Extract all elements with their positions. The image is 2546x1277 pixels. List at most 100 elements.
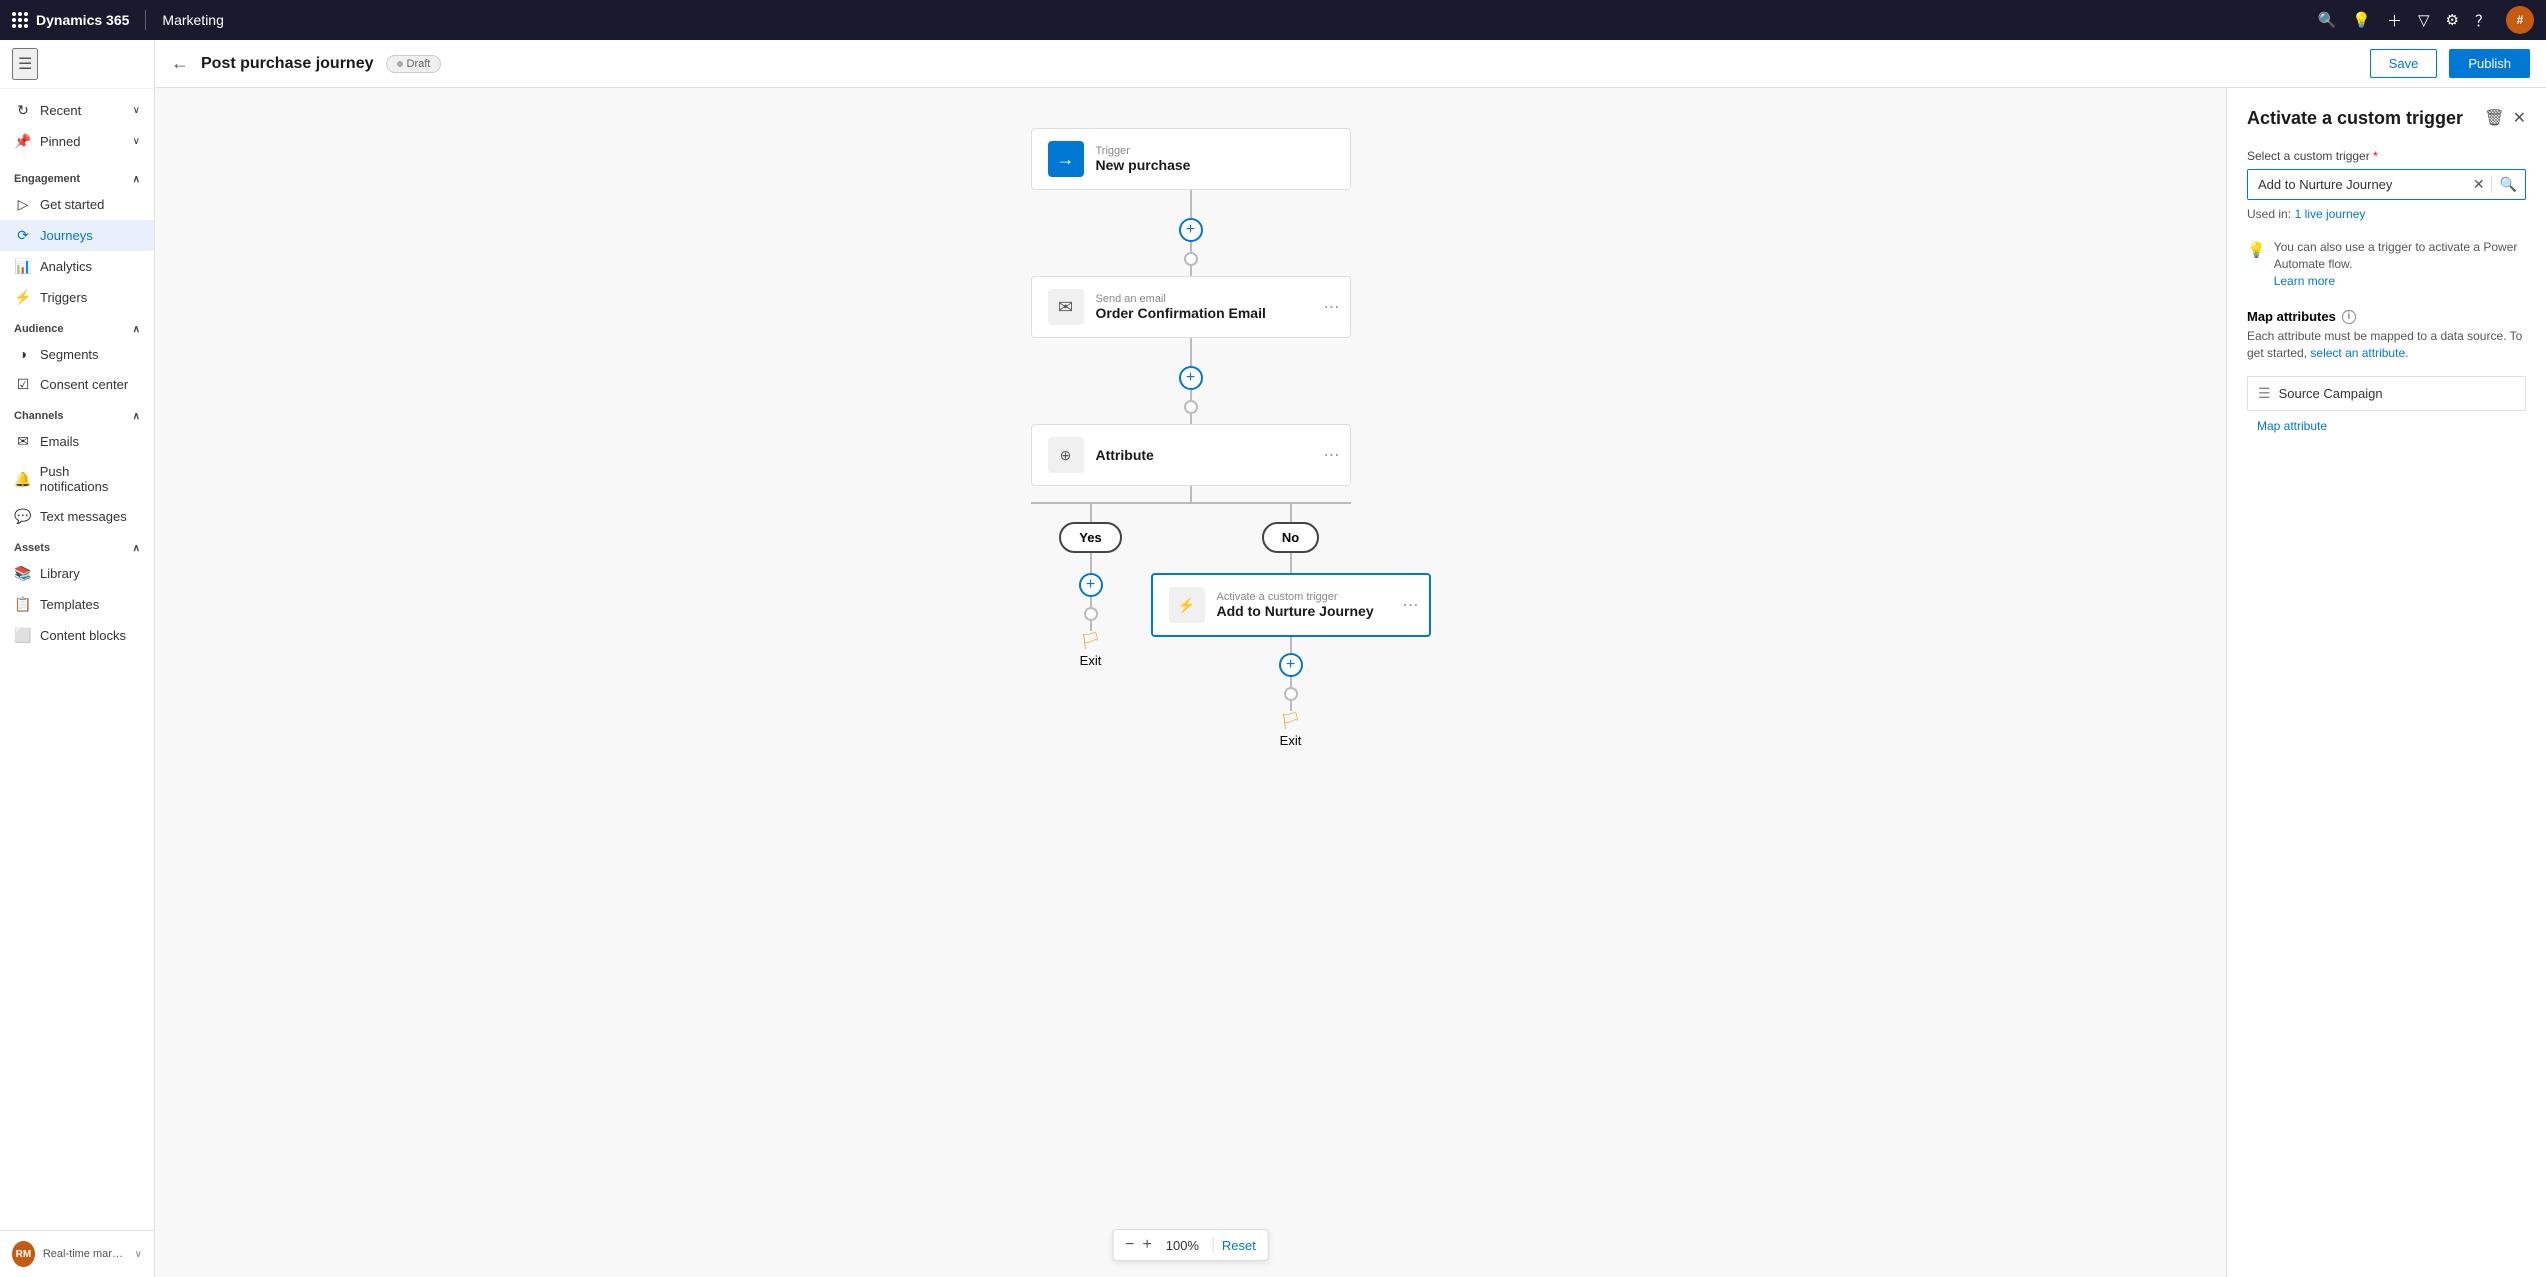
sidebar-item-pinned[interactable]: 📌 Pinned ∨ <box>0 126 154 157</box>
zoom-out-button[interactable]: − <box>1125 1236 1134 1254</box>
module-name: Marketing <box>162 12 223 28</box>
draft-dot <box>397 61 403 67</box>
sidebar-item-text-messages[interactable]: 💬 Text messages <box>0 501 154 532</box>
email-label-big: Order Confirmation Email <box>1096 305 1266 321</box>
source-campaign-label: Source Campaign <box>2279 386 2515 401</box>
no-v-connector2 <box>1290 553 1292 573</box>
filter-icon[interactable]: ▽ <box>2418 11 2430 29</box>
connector-2c <box>1190 414 1192 424</box>
attribute-node[interactable]: ⊕ Attribute ⋯ <box>1031 424 1351 486</box>
journeys-icon: ⟳ <box>14 227 32 244</box>
panel-header: Activate a custom trigger 🗑 ✕ <box>2247 108 2526 129</box>
hamburger-button[interactable]: ☰ <box>12 48 38 80</box>
sidebar-item-emails[interactable]: ✉ Emails <box>0 426 154 457</box>
add-after-trigger-button[interactable]: + <box>1179 218 1203 242</box>
help-icon[interactable]: ？ <box>2475 10 2490 31</box>
add-after-email-button[interactable]: + <box>1179 366 1203 390</box>
topbar-icons: 🔍 💡 ＋ ▽ ⚙ ？ # <box>2318 6 2534 34</box>
search-icon[interactable]: 🔍 <box>2318 11 2337 29</box>
sidebar-analytics-label: Analytics <box>40 259 92 274</box>
sidebar-item-journeys[interactable]: ⟳ Journeys <box>0 220 154 251</box>
text-msg-icon: 💬 <box>14 508 32 525</box>
no-dot <box>1284 687 1298 701</box>
add-yes-button[interactable]: + <box>1079 573 1103 597</box>
email-node[interactable]: ✉ Send an email Order Confirmation Email… <box>1031 276 1351 338</box>
journey-canvas[interactable]: → Trigger New purchase + ✉ <box>155 88 2226 1277</box>
trigger-search-field[interactable]: ✕ 🔍 <box>2247 169 2526 200</box>
sidebar-item-consent-center[interactable]: ☑ Consent center <box>0 369 154 400</box>
recent-icon: ↻ <box>14 102 32 119</box>
channels-chevron[interactable]: ∧ <box>133 411 140 422</box>
email-more-icon[interactable]: ⋯ <box>1324 297 1340 317</box>
yes-exit-label: Exit <box>1080 653 1102 668</box>
topbar: Dynamics 365 Marketing 🔍 💡 ＋ ▽ ⚙ ？ # <box>0 0 2546 40</box>
custom-trigger-node[interactable]: ⚡ Activate a custom trigger Add to Nurtu… <box>1151 573 1431 637</box>
sidebar-item-templates[interactable]: 📋 Templates <box>0 589 154 620</box>
assets-chevron[interactable]: ∧ <box>133 543 140 554</box>
add-no-button[interactable]: + <box>1279 653 1303 677</box>
select-attribute-link[interactable]: select an attribute. <box>2310 346 2408 360</box>
trigger-node[interactable]: → Trigger New purchase <box>1031 128 1351 190</box>
attribute-more-icon[interactable]: ⋯ <box>1324 445 1340 465</box>
no-v-connector3 <box>1290 637 1292 653</box>
publish-button[interactable]: Publish <box>2449 49 2530 78</box>
back-button[interactable]: ← <box>171 53 189 74</box>
branch-h-line <box>1031 502 1351 504</box>
right-panel: Activate a custom trigger 🗑 ✕ Select a c… <box>2226 88 2546 1277</box>
connector-2b <box>1190 390 1192 400</box>
no-v-connector <box>1290 502 1292 522</box>
sidebar-item-analytics[interactable]: 📊 Analytics <box>0 251 154 282</box>
sidebar-item-get-started[interactable]: ▷ Get started <box>0 189 154 220</box>
page-title: Post purchase journey <box>201 55 374 73</box>
sidebar-text-label: Text messages <box>40 509 127 524</box>
zoom-reset-button[interactable]: Reset <box>1222 1238 1256 1253</box>
zoom-in-button[interactable]: + <box>1143 1236 1152 1254</box>
library-icon: 📚 <box>14 565 32 582</box>
sidebar-item-push-notifications[interactable]: 🔔 Push notifications <box>0 457 154 501</box>
trigger-search-button[interactable]: 🔍 <box>2491 176 2525 193</box>
trigger-clear-button[interactable]: ✕ <box>2467 176 2491 193</box>
sidebar-library-label: Library <box>40 566 80 581</box>
email-node-icon: ✉ <box>1048 289 1084 325</box>
user-avatar[interactable]: # <box>2506 6 2534 34</box>
map-attributes-desc: Each attribute must be mapped to a data … <box>2247 328 2526 362</box>
learn-more-link[interactable]: Learn more <box>2274 274 2335 288</box>
sidebar-bottom[interactable]: RM Real-time marketi... ∨ <box>0 1230 154 1277</box>
sidebar-group-engagement: Engagement ∧ <box>0 163 154 189</box>
custom-trigger-icon: ⚡ <box>1169 587 1205 623</box>
live-journey-link[interactable]: 1 live journey <box>2295 207 2366 221</box>
settings-icon[interactable]: ⚙ <box>2446 11 2459 29</box>
sidebar-triggers-label: Triggers <box>40 290 87 305</box>
branch-section: Yes + 🏳 Exit <box>941 486 1441 748</box>
sidebar-item-segments[interactable]: ◑ Segments <box>0 339 154 369</box>
lightbulb-icon[interactable]: 💡 <box>2352 11 2371 29</box>
connector-2 <box>1190 338 1192 366</box>
trigger-search-input[interactable] <box>2248 170 2467 199</box>
app-launcher-icon[interactable] <box>12 12 28 28</box>
panel-close-button[interactable]: ✕ <box>2513 108 2526 128</box>
sidebar-consent-label: Consent center <box>40 377 128 392</box>
custom-trigger-more-icon[interactable]: ⋯ <box>1403 595 1419 615</box>
sidebar-templates-label: Templates <box>40 597 99 612</box>
yes-v-connector <box>1090 502 1092 522</box>
sidebar-item-recent[interactable]: ↻ Recent ∨ <box>0 95 154 126</box>
sidebar-item-triggers[interactable]: ⚡ Triggers <box>0 282 154 313</box>
panel-title: Activate a custom trigger <box>2247 108 2463 129</box>
yes-exit: 🏳 Exit <box>1080 631 1102 668</box>
custom-trigger-label-big: Add to Nurture Journey <box>1217 603 1374 619</box>
sidebar-item-content-blocks[interactable]: ⬜ Content blocks <box>0 620 154 651</box>
save-button[interactable]: Save <box>2370 49 2438 78</box>
sidebar-item-library[interactable]: 📚 Library <box>0 558 154 589</box>
sidebar: ☰ ↻ Recent ∨ 📌 Pinned ∨ Engagement ∧ ▷ G… <box>0 40 155 1277</box>
sidebar-content-blocks-label: Content blocks <box>40 628 126 643</box>
no-branch: No ⚡ Activate a custom trigger Add to Nu… <box>1191 502 1391 748</box>
map-attribute-link[interactable]: Map attribute <box>2247 417 2526 439</box>
audience-chevron[interactable]: ∧ <box>133 324 140 335</box>
sidebar-emails-label: Emails <box>40 434 79 449</box>
engagement-chevron[interactable]: ∧ <box>133 174 140 185</box>
no-exit-label: Exit <box>1280 733 1302 748</box>
panel-header-actions: 🗑 ✕ <box>2484 108 2526 128</box>
map-attr-info-icon[interactable]: i <box>2342 310 2356 324</box>
panel-delete-button[interactable]: 🗑 <box>2484 108 2504 128</box>
plus-icon[interactable]: ＋ <box>2387 10 2402 31</box>
